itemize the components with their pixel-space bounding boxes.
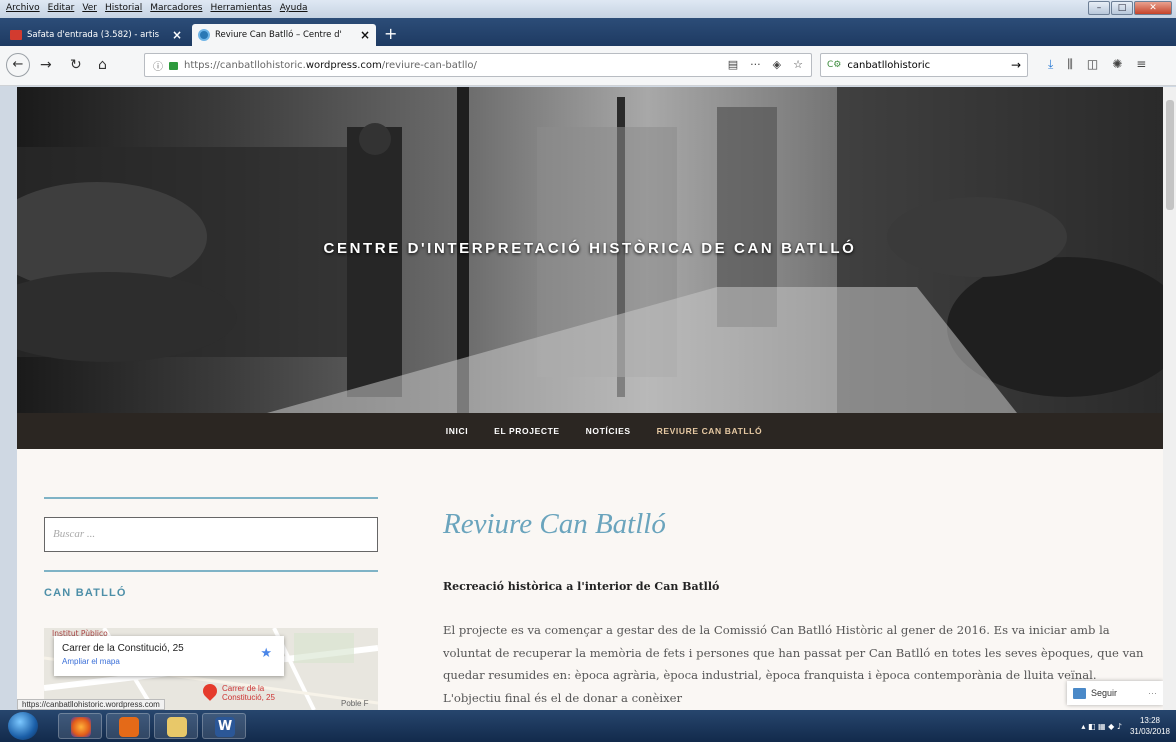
gmail-icon xyxy=(10,30,22,40)
status-bar-url: https://canbatllohistoric.wordpress.com xyxy=(17,699,165,710)
download-icon[interactable]: ⤓ xyxy=(1048,57,1053,72)
home-button[interactable]: ⌂ xyxy=(98,56,107,74)
tab-title: Safata d'entrada (3.582) - artis xyxy=(27,30,160,40)
taskbar-word[interactable]: W xyxy=(202,713,246,739)
map-area-label: Poble F xyxy=(341,699,369,708)
header-image: CENTRE D'INTERPRETACIÓ HISTÒRICA DE CAN … xyxy=(17,87,1163,413)
embedded-map[interactable]: Institut Pùblico Carrer de la Constituci… xyxy=(44,628,378,710)
web-page: CENTRE D'INTERPRETACIÓ HISTÒRICA DE CAN … xyxy=(17,87,1163,710)
nav-item-reviure-can-batllo[interactable]: REVIURE CAN BATLLÓ xyxy=(657,426,763,436)
outlook-icon xyxy=(119,717,139,737)
search-go-icon[interactable]: → xyxy=(1011,58,1021,72)
article-body: El projecte es va començar a gestar des … xyxy=(443,623,1144,705)
navigation-toolbar: ← → ↻ ⌂ ⓘ https://canbatllohistoric.word… xyxy=(0,46,1176,86)
widget-title: CAN BATLLÓ xyxy=(44,587,127,599)
page-actions-icon[interactable]: ··· xyxy=(750,58,761,71)
tab-gmail[interactable]: Safata d'entrada (3.582) - artis × xyxy=(4,24,188,46)
enlarge-map-link[interactable]: Ampliar el mapa xyxy=(62,657,276,666)
taskbar-firefox[interactable] xyxy=(58,713,102,739)
directions-icon[interactable]: ★ xyxy=(260,646,272,661)
menu-hamburger-icon[interactable]: ≡ xyxy=(1136,57,1146,72)
menu-bar: Archivo Editar Ver Historial Marcadores … xyxy=(0,0,1176,18)
search-engine-icon: C⚙ xyxy=(827,60,842,70)
reload-button[interactable]: ↻ xyxy=(70,56,82,74)
firefox-icon xyxy=(71,717,91,737)
nav-item-el-projecte[interactable]: EL PROJECTE xyxy=(494,426,560,436)
address-bar[interactable]: ⓘ https://canbatllohistoric.wordpress.co… xyxy=(144,53,812,77)
search-value: canbatllohistoric xyxy=(847,59,931,71)
pocket-icon[interactable]: ◈ xyxy=(773,58,781,71)
word-icon: W xyxy=(215,717,235,737)
lead-heading: Recreació històrica a l'interior de Can … xyxy=(443,580,720,593)
reader-view-icon[interactable]: ▤ xyxy=(728,58,738,71)
site-title[interactable]: CENTRE D'INTERPRETACIÓ HISTÒRICA DE CAN … xyxy=(17,240,1163,257)
url-text: https://canbatllohistoric.wordpress.com/… xyxy=(184,59,477,71)
tab-title: Reviure Can Batlló – Centre d' xyxy=(215,30,342,40)
follow-label: Seguir xyxy=(1091,688,1118,698)
folder-icon xyxy=(167,717,187,737)
window-close-button[interactable]: ✕ xyxy=(1134,1,1172,15)
info-icon[interactable]: ⓘ xyxy=(153,58,163,73)
menu-ayuda[interactable]: Ayuda xyxy=(280,3,308,13)
system-tray: ▴ ◧ ▦ ◆ ♪ 13:28 31/03/2018 xyxy=(1081,715,1170,737)
menu-ver[interactable]: Ver xyxy=(82,3,97,13)
site-navigation: INICI EL PROJECTE NOTÍCIES REVIURE CAN B… xyxy=(17,413,1163,449)
follow-button[interactable]: Seguir ··· xyxy=(1067,681,1163,705)
windows-taskbar: W ▴ ◧ ▦ ◆ ♪ 13:28 31/03/2018 xyxy=(0,710,1176,742)
back-button[interactable]: ← xyxy=(6,53,30,77)
nav-item-inici[interactable]: INICI xyxy=(446,426,468,436)
menu-archivo[interactable]: Archivo xyxy=(6,3,40,13)
menu-marcadores[interactable]: Marcadores xyxy=(150,3,202,13)
tray-icons[interactable]: ▴ ◧ ▦ ◆ ♪ xyxy=(1081,722,1122,731)
sidebar-divider xyxy=(44,497,378,499)
extension-icon[interactable]: ✺ xyxy=(1112,57,1122,72)
minimize-button[interactable]: – xyxy=(1088,1,1110,15)
forward-button[interactable]: → xyxy=(40,56,52,74)
close-tab-icon[interactable]: × xyxy=(360,28,370,42)
maximize-button[interactable]: □ xyxy=(1111,1,1133,15)
search-input[interactable]: C⚙ canbatllohistoric → xyxy=(820,53,1028,77)
follow-icon xyxy=(1073,687,1086,699)
nav-item-noticies[interactable]: NOTÍCIES xyxy=(586,426,631,436)
more-options-icon[interactable]: ··· xyxy=(1148,688,1157,698)
tab-bar: Safata d'entrada (3.582) - artis × Reviu… xyxy=(0,18,1176,46)
window-controls: – □ ✕ xyxy=(1088,1,1172,15)
menu-historial[interactable]: Historial xyxy=(105,3,142,13)
map-info-card: Carrer de la Constitució, 25 Ampliar el … xyxy=(54,636,284,676)
sidebar-icon[interactable]: ◫ xyxy=(1087,57,1098,72)
bookmark-star-icon[interactable]: ☆ xyxy=(793,58,803,71)
page-title: Reviure Can Batlló xyxy=(443,508,666,540)
lock-icon xyxy=(169,62,178,70)
close-tab-icon[interactable]: × xyxy=(172,28,182,42)
sidebar-divider xyxy=(44,570,378,572)
wordpress-icon xyxy=(198,29,210,41)
map-address: Carrer de la Constitució, 25 xyxy=(62,643,184,654)
map-pin-label: Carrer de la Constitució, 25 xyxy=(222,684,275,702)
tab-reviure-can-batllo[interactable]: Reviure Can Batlló – Centre d' × xyxy=(192,24,376,46)
start-button[interactable] xyxy=(8,712,38,740)
scrollbar-thumb[interactable] xyxy=(1166,100,1174,210)
taskbar-outlook[interactable] xyxy=(106,713,150,739)
menu-herramientas[interactable]: Herramientas xyxy=(210,3,271,13)
library-icon[interactable]: ⫼ xyxy=(1067,57,1073,72)
new-tab-button[interactable]: + xyxy=(384,26,397,42)
search-field[interactable]: Buscar ... xyxy=(44,517,378,552)
clock[interactable]: 13:28 31/03/2018 xyxy=(1130,715,1170,737)
menu-editar[interactable]: Editar xyxy=(48,3,75,13)
taskbar-explorer[interactable] xyxy=(154,713,198,739)
